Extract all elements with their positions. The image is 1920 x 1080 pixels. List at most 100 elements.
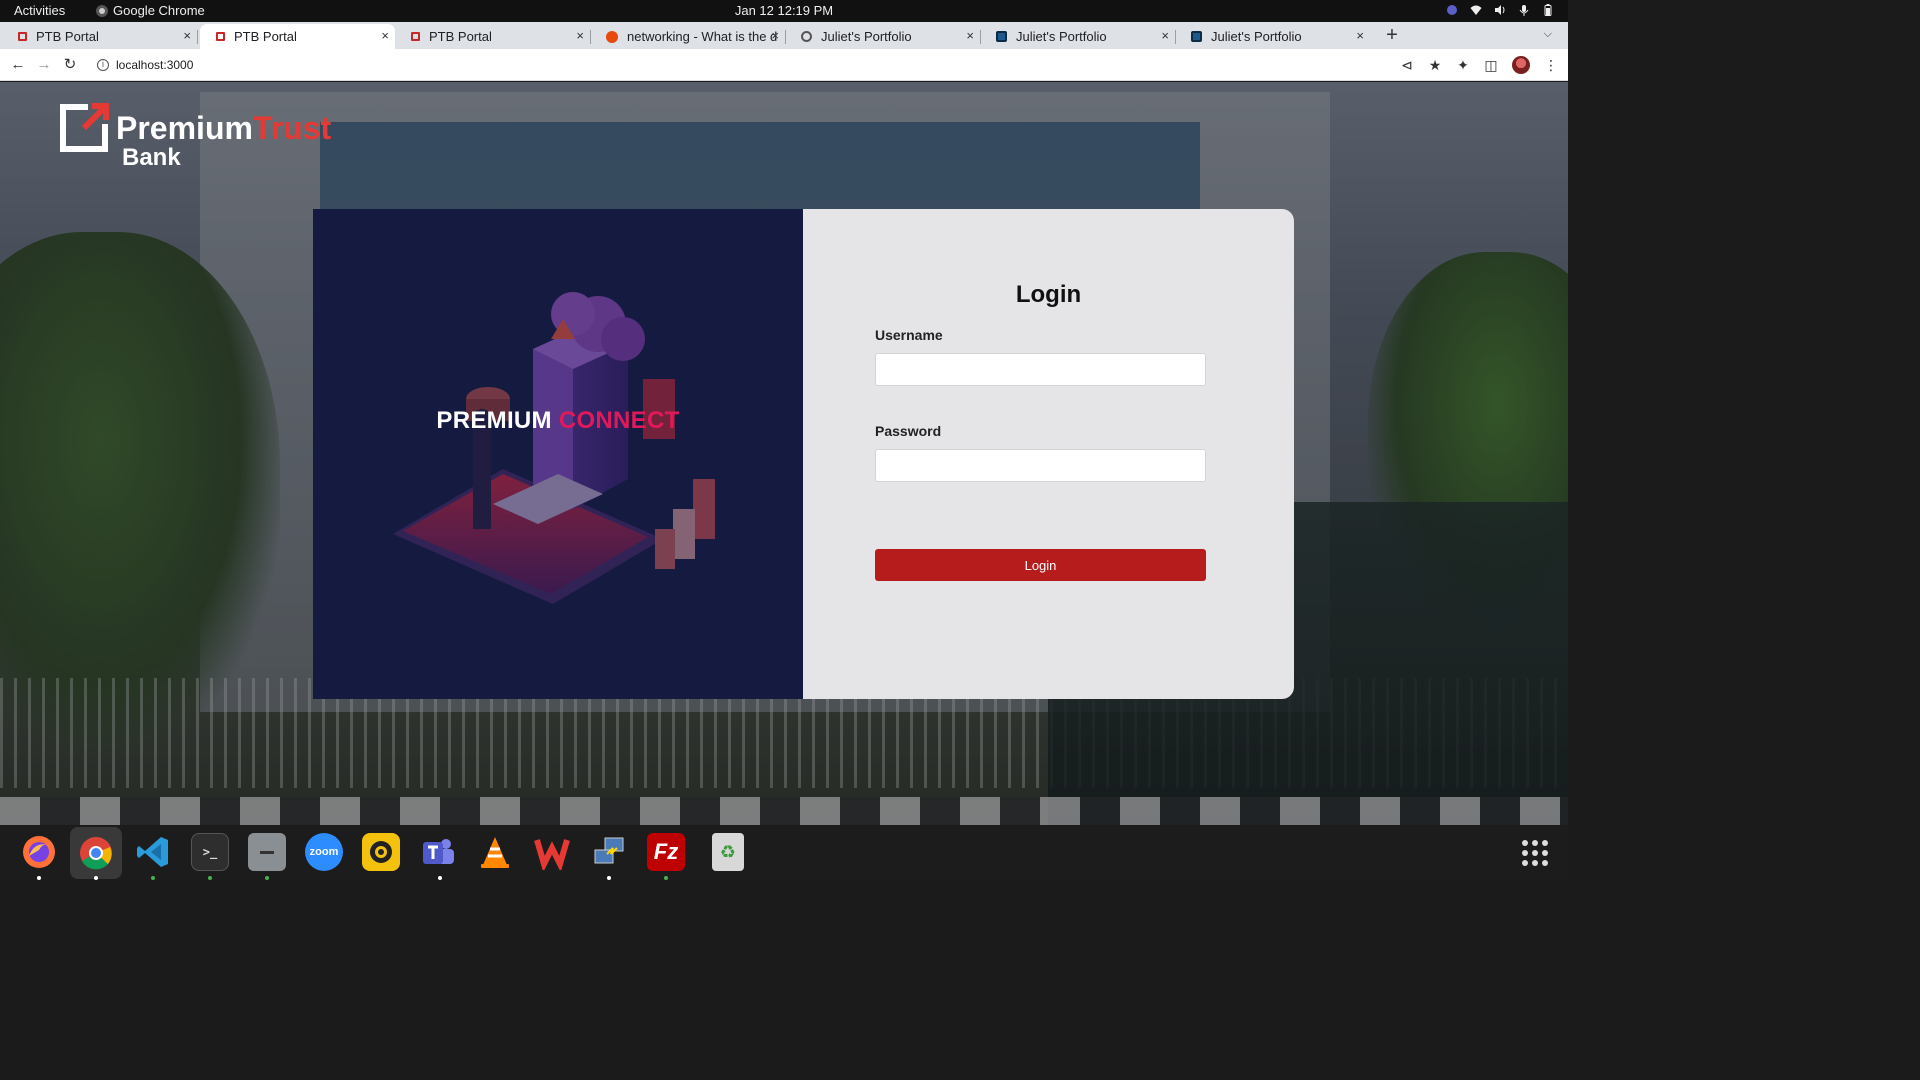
login-heading: Login xyxy=(1015,281,1082,308)
vlc-icon[interactable] xyxy=(476,833,514,871)
close-tab-icon[interactable]: × xyxy=(183,28,191,43)
app-menu-label: Google Chrome xyxy=(113,3,205,18)
side-panel-icon[interactable]: ◫ xyxy=(1484,57,1498,73)
vscode-glyph xyxy=(137,837,168,867)
portfolio-favicon-icon xyxy=(1191,31,1202,42)
portfolio-favicon-icon xyxy=(996,31,1007,42)
microphone-icon xyxy=(1519,5,1529,16)
system-tray[interactable] xyxy=(1446,4,1554,16)
tab-search-chevron-icon[interactable]: ⌵ xyxy=(1544,28,1552,41)
login-form-panel: Login Username Password Login xyxy=(803,209,1294,699)
tab-title: PTB Portal xyxy=(234,29,297,44)
running-indicator xyxy=(265,876,269,880)
running-indicator xyxy=(151,876,155,880)
globe-icon xyxy=(801,31,812,42)
battery-icon xyxy=(1544,4,1552,16)
ptb-favicon-icon xyxy=(216,32,225,41)
show-applications-grid-icon[interactable] xyxy=(1522,840,1548,866)
ubuntu-dock: >_ zoom Fz ♻ xyxy=(0,825,1568,882)
terminal-icon[interactable]: >_ xyxy=(191,833,229,871)
forward-arrow-icon[interactable]: → xyxy=(35,56,53,74)
rhythmbox-icon[interactable] xyxy=(362,833,400,871)
logo-wordmark: PremiumTrust xyxy=(116,112,331,144)
close-tab-icon[interactable]: × xyxy=(1356,28,1364,43)
teams-tray-icon xyxy=(1447,5,1457,15)
tab-title: Juliet's Portfolio xyxy=(1016,29,1107,44)
network-connect-icon[interactable] xyxy=(590,833,628,871)
running-indicator xyxy=(37,876,41,880)
logo-arrow-icon xyxy=(81,103,109,131)
running-indicator xyxy=(607,876,611,880)
browser-toolbar: ← → ↻ i localhost:3000 ⊲ ★ ✦ ◫ ⋮ xyxy=(0,49,1568,81)
trash-icon[interactable]: ♻ xyxy=(712,833,744,871)
tab-networking[interactable]: networking - What is the d × xyxy=(590,24,786,49)
wps-office-icon[interactable] xyxy=(533,833,571,871)
brand-word-connect: CONNECT xyxy=(558,407,680,434)
address-bar[interactable]: i localhost:3000 xyxy=(90,53,1390,77)
extensions-puzzle-icon[interactable]: ✦ xyxy=(1456,57,1470,73)
back-arrow-icon[interactable]: ← xyxy=(9,56,27,74)
vscode-icon[interactable] xyxy=(134,833,172,871)
firefox-icon[interactable] xyxy=(20,833,58,871)
profile-avatar[interactable] xyxy=(1512,56,1530,74)
chrome-icon xyxy=(96,4,108,17)
volume-icon xyxy=(1495,5,1505,15)
tab-title: networking - What is the d xyxy=(627,29,777,44)
login-card: PREMIUM CONNECT Login Username Password … xyxy=(313,209,1294,699)
tab-juliets-portfolio-1[interactable]: Juliet's Portfolio × xyxy=(785,24,981,49)
recycle-glyph: ♻ xyxy=(719,841,737,862)
teams-icon[interactable] xyxy=(419,833,457,871)
username-input[interactable] xyxy=(875,353,1206,386)
logo-word-trust: Trust xyxy=(252,110,332,146)
terminal-prompt-glyph: >_ xyxy=(202,845,218,859)
filezilla-icon[interactable]: Fz xyxy=(647,833,685,871)
close-tab-icon[interactable]: × xyxy=(771,28,779,43)
tab-juliets-portfolio-2[interactable]: Juliet's Portfolio × xyxy=(980,24,1176,49)
zoom-icon[interactable]: zoom xyxy=(305,833,343,871)
clock[interactable]: Jan 12 12:19 PM xyxy=(735,3,833,18)
share-icon[interactable]: ⊲ xyxy=(1400,57,1414,73)
brand-word-premium: PREMIUM xyxy=(436,407,552,434)
bookmark-star-icon[interactable]: ★ xyxy=(1428,57,1442,73)
reload-icon[interactable]: ↻ xyxy=(61,56,79,74)
chrome-menu-icon[interactable]: ⋮ xyxy=(1544,57,1558,73)
tab-ptb-portal-2[interactable]: PTB Portal × xyxy=(200,24,395,49)
zoom-label: zoom xyxy=(309,846,339,858)
speaker-glyph xyxy=(370,841,392,863)
tab-title: PTB Portal xyxy=(36,29,99,44)
ptb-favicon-icon xyxy=(411,32,420,41)
teams-glyph xyxy=(423,839,454,864)
filezilla-fz-glyph: Fz xyxy=(653,839,679,864)
username-label: Username xyxy=(875,327,943,343)
wps-glyph xyxy=(534,839,570,870)
chrome-glyph xyxy=(80,837,112,870)
tab-juliets-portfolio-3[interactable]: Juliet's Portfolio × xyxy=(1175,24,1370,49)
close-tab-icon[interactable]: × xyxy=(966,28,974,43)
files-icon[interactable] xyxy=(248,833,286,871)
running-indicator xyxy=(664,876,668,880)
chrome-icon[interactable] xyxy=(70,827,122,879)
tab-ptb-portal-1[interactable]: PTB Portal × xyxy=(2,24,198,49)
files-handle-glyph xyxy=(260,850,274,854)
activities-button[interactable]: Activities xyxy=(14,3,65,18)
wifi-icon xyxy=(1470,5,1482,15)
running-indicator xyxy=(438,876,442,880)
password-input[interactable] xyxy=(875,449,1206,482)
app-menu[interactable]: Google Chrome xyxy=(96,3,205,18)
isometric-bank-illustration xyxy=(393,292,715,604)
new-tab-button[interactable]: + xyxy=(1384,25,1400,45)
tab-strip: PTB Portal × PTB Portal × PTB Portal × n… xyxy=(0,22,1568,49)
system-top-bar: Activities Google Chrome Jan 12 12:19 PM xyxy=(0,0,1568,22)
close-tab-icon[interactable]: × xyxy=(1161,28,1169,43)
site-info-icon[interactable]: i xyxy=(97,59,109,71)
tab-divider xyxy=(197,30,198,44)
tab-title: PTB Portal xyxy=(429,29,492,44)
close-tab-icon[interactable]: × xyxy=(381,28,389,43)
close-tab-icon[interactable]: × xyxy=(576,28,584,43)
tab-ptb-portal-3[interactable]: PTB Portal × xyxy=(395,24,591,49)
tab-title: Juliet's Portfolio xyxy=(821,29,912,44)
address-url[interactable]: localhost:3000 xyxy=(116,58,193,72)
login-button[interactable]: Login xyxy=(875,549,1206,581)
premium-connect-title: PREMIUM CONNECT xyxy=(313,407,803,435)
page-viewport: PremiumTrust Bank PREMIUM CONNECT Login … xyxy=(0,82,1568,825)
